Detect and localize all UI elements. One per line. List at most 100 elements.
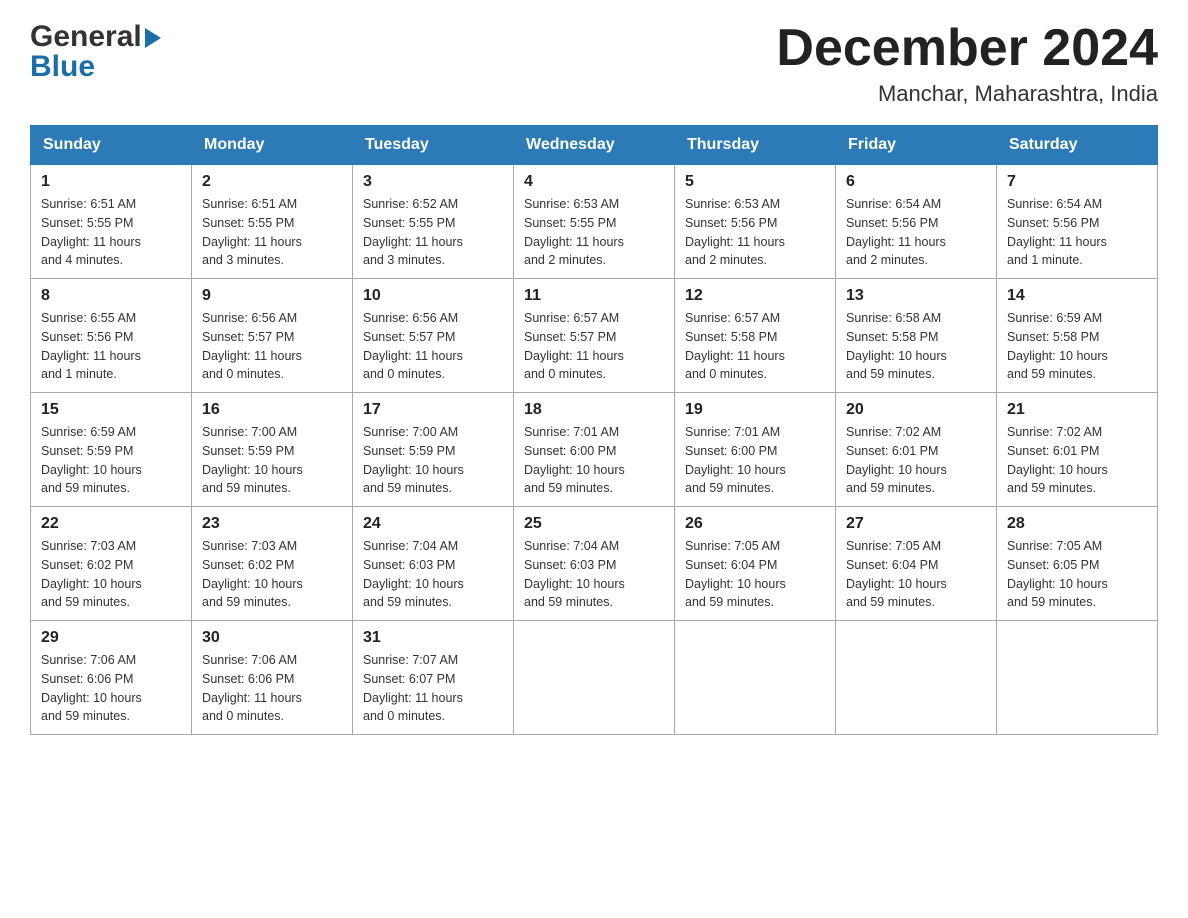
table-row: 21 Sunrise: 7:02 AMSunset: 6:01 PMDaylig… [997, 393, 1158, 507]
day-info: Sunrise: 6:58 AMSunset: 5:58 PMDaylight:… [846, 309, 986, 384]
day-number: 5 [685, 173, 825, 191]
day-number: 8 [41, 287, 181, 305]
table-row: 17 Sunrise: 7:00 AMSunset: 5:59 PMDaylig… [353, 393, 514, 507]
table-row [675, 621, 836, 735]
col-header-sunday: Sunday [31, 126, 192, 165]
day-info: Sunrise: 7:03 AMSunset: 6:02 PMDaylight:… [41, 537, 181, 612]
day-info: Sunrise: 6:52 AMSunset: 5:55 PMDaylight:… [363, 195, 503, 270]
table-row: 3 Sunrise: 6:52 AMSunset: 5:55 PMDayligh… [353, 165, 514, 279]
day-info: Sunrise: 7:01 AMSunset: 6:00 PMDaylight:… [685, 423, 825, 498]
col-header-thursday: Thursday [675, 126, 836, 165]
day-number: 15 [41, 401, 181, 419]
table-row: 10 Sunrise: 6:56 AMSunset: 5:57 PMDaylig… [353, 279, 514, 393]
table-row: 5 Sunrise: 6:53 AMSunset: 5:56 PMDayligh… [675, 165, 836, 279]
day-info: Sunrise: 6:53 AMSunset: 5:55 PMDaylight:… [524, 195, 664, 270]
day-number: 9 [202, 287, 342, 305]
col-header-friday: Friday [836, 126, 997, 165]
day-number: 7 [1007, 173, 1147, 191]
day-number: 28 [1007, 515, 1147, 533]
table-row: 9 Sunrise: 6:56 AMSunset: 5:57 PMDayligh… [192, 279, 353, 393]
table-row: 30 Sunrise: 7:06 AMSunset: 6:06 PMDaylig… [192, 621, 353, 735]
day-info: Sunrise: 7:06 AMSunset: 6:06 PMDaylight:… [41, 651, 181, 726]
logo-blue-text: Blue [30, 50, 95, 84]
day-info: Sunrise: 7:07 AMSunset: 6:07 PMDaylight:… [363, 651, 503, 726]
calendar-header-row: SundayMondayTuesdayWednesdayThursdayFrid… [31, 126, 1158, 165]
day-info: Sunrise: 7:04 AMSunset: 6:03 PMDaylight:… [363, 537, 503, 612]
table-row [997, 621, 1158, 735]
page-header: General Blue December 2024 Manchar, Maha… [30, 20, 1158, 107]
day-number: 20 [846, 401, 986, 419]
calendar-week-5: 29 Sunrise: 7:06 AMSunset: 6:06 PMDaylig… [31, 621, 1158, 735]
day-number: 18 [524, 401, 664, 419]
table-row: 12 Sunrise: 6:57 AMSunset: 5:58 PMDaylig… [675, 279, 836, 393]
title-section: December 2024 Manchar, Maharashtra, Indi… [776, 20, 1158, 107]
calendar-week-4: 22 Sunrise: 7:03 AMSunset: 6:02 PMDaylig… [31, 507, 1158, 621]
page-subtitle: Manchar, Maharashtra, India [776, 81, 1158, 107]
day-info: Sunrise: 7:05 AMSunset: 6:05 PMDaylight:… [1007, 537, 1147, 612]
table-row: 31 Sunrise: 7:07 AMSunset: 6:07 PMDaylig… [353, 621, 514, 735]
col-header-tuesday: Tuesday [353, 126, 514, 165]
day-info: Sunrise: 6:54 AMSunset: 5:56 PMDaylight:… [1007, 195, 1147, 270]
day-number: 4 [524, 173, 664, 191]
table-row: 28 Sunrise: 7:05 AMSunset: 6:05 PMDaylig… [997, 507, 1158, 621]
table-row: 23 Sunrise: 7:03 AMSunset: 6:02 PMDaylig… [192, 507, 353, 621]
day-number: 25 [524, 515, 664, 533]
day-number: 10 [363, 287, 503, 305]
day-info: Sunrise: 6:57 AMSunset: 5:58 PMDaylight:… [685, 309, 825, 384]
day-info: Sunrise: 6:55 AMSunset: 5:56 PMDaylight:… [41, 309, 181, 384]
table-row: 7 Sunrise: 6:54 AMSunset: 5:56 PMDayligh… [997, 165, 1158, 279]
day-number: 30 [202, 629, 342, 647]
table-row: 13 Sunrise: 6:58 AMSunset: 5:58 PMDaylig… [836, 279, 997, 393]
table-row: 4 Sunrise: 6:53 AMSunset: 5:55 PMDayligh… [514, 165, 675, 279]
day-info: Sunrise: 7:02 AMSunset: 6:01 PMDaylight:… [1007, 423, 1147, 498]
day-info: Sunrise: 7:05 AMSunset: 6:04 PMDaylight:… [685, 537, 825, 612]
day-info: Sunrise: 7:00 AMSunset: 5:59 PMDaylight:… [202, 423, 342, 498]
day-number: 26 [685, 515, 825, 533]
table-row: 29 Sunrise: 7:06 AMSunset: 6:06 PMDaylig… [31, 621, 192, 735]
day-number: 23 [202, 515, 342, 533]
day-info: Sunrise: 6:54 AMSunset: 5:56 PMDaylight:… [846, 195, 986, 270]
logo-general-text: General [30, 20, 142, 54]
page-title: December 2024 [776, 20, 1158, 77]
table-row: 27 Sunrise: 7:05 AMSunset: 6:04 PMDaylig… [836, 507, 997, 621]
table-row [836, 621, 997, 735]
calendar-week-3: 15 Sunrise: 6:59 AMSunset: 5:59 PMDaylig… [31, 393, 1158, 507]
day-number: 17 [363, 401, 503, 419]
day-info: Sunrise: 6:56 AMSunset: 5:57 PMDaylight:… [202, 309, 342, 384]
day-info: Sunrise: 7:02 AMSunset: 6:01 PMDaylight:… [846, 423, 986, 498]
col-header-monday: Monday [192, 126, 353, 165]
day-number: 22 [41, 515, 181, 533]
day-info: Sunrise: 7:04 AMSunset: 6:03 PMDaylight:… [524, 537, 664, 612]
day-info: Sunrise: 6:51 AMSunset: 5:55 PMDaylight:… [202, 195, 342, 270]
day-number: 19 [685, 401, 825, 419]
day-info: Sunrise: 6:51 AMSunset: 5:55 PMDaylight:… [41, 195, 181, 270]
day-number: 1 [41, 173, 181, 191]
day-number: 13 [846, 287, 986, 305]
table-row: 25 Sunrise: 7:04 AMSunset: 6:03 PMDaylig… [514, 507, 675, 621]
day-number: 24 [363, 515, 503, 533]
day-info: Sunrise: 6:53 AMSunset: 5:56 PMDaylight:… [685, 195, 825, 270]
table-row: 19 Sunrise: 7:01 AMSunset: 6:00 PMDaylig… [675, 393, 836, 507]
table-row: 18 Sunrise: 7:01 AMSunset: 6:00 PMDaylig… [514, 393, 675, 507]
day-number: 16 [202, 401, 342, 419]
day-number: 21 [1007, 401, 1147, 419]
day-number: 12 [685, 287, 825, 305]
table-row: 22 Sunrise: 7:03 AMSunset: 6:02 PMDaylig… [31, 507, 192, 621]
day-info: Sunrise: 7:05 AMSunset: 6:04 PMDaylight:… [846, 537, 986, 612]
day-number: 14 [1007, 287, 1147, 305]
table-row [514, 621, 675, 735]
day-number: 2 [202, 173, 342, 191]
logo: General Blue [30, 20, 161, 84]
day-info: Sunrise: 6:59 AMSunset: 5:59 PMDaylight:… [41, 423, 181, 498]
day-info: Sunrise: 7:06 AMSunset: 6:06 PMDaylight:… [202, 651, 342, 726]
calendar-table: SundayMondayTuesdayWednesdayThursdayFrid… [30, 125, 1158, 735]
calendar-week-1: 1 Sunrise: 6:51 AMSunset: 5:55 PMDayligh… [31, 165, 1158, 279]
day-info: Sunrise: 6:56 AMSunset: 5:57 PMDaylight:… [363, 309, 503, 384]
table-row: 14 Sunrise: 6:59 AMSunset: 5:58 PMDaylig… [997, 279, 1158, 393]
table-row: 2 Sunrise: 6:51 AMSunset: 5:55 PMDayligh… [192, 165, 353, 279]
table-row: 11 Sunrise: 6:57 AMSunset: 5:57 PMDaylig… [514, 279, 675, 393]
day-info: Sunrise: 7:00 AMSunset: 5:59 PMDaylight:… [363, 423, 503, 498]
day-number: 11 [524, 287, 664, 305]
day-number: 29 [41, 629, 181, 647]
day-number: 6 [846, 173, 986, 191]
